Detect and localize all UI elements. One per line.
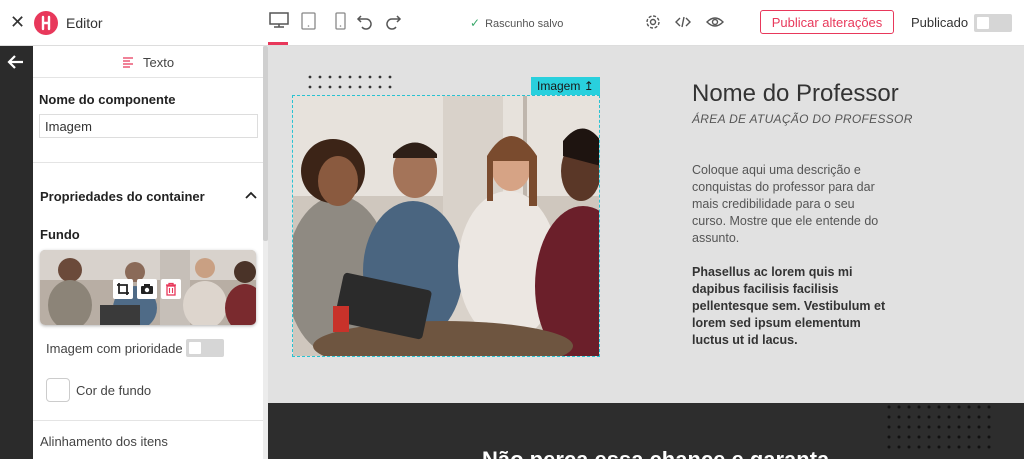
cta-heading[interactable]: Não perca essa chance e garanta — [482, 447, 829, 459]
gear-icon[interactable] — [644, 13, 662, 31]
priority-image-toggle[interactable] — [186, 339, 224, 357]
background-label: Fundo — [40, 227, 80, 242]
component-name-label: Nome do componente — [39, 92, 176, 107]
professor-description[interactable]: Coloque aqui uma descrição e conquistas … — [692, 162, 892, 247]
decorative-dots — [887, 405, 991, 449]
selected-element-tag-text: Imagem — [537, 79, 581, 93]
desktop-icon[interactable] — [268, 10, 290, 34]
toggle-knob — [977, 17, 989, 29]
selected-element-tag[interactable]: Imagem ↥ — [531, 77, 600, 95]
check-icon: ✓ — [470, 16, 481, 30]
trash-icon[interactable] — [161, 279, 181, 299]
component-name-input[interactable] — [39, 114, 258, 138]
mobile-icon[interactable] — [330, 10, 352, 34]
text-align-icon — [123, 57, 133, 68]
crop-icon[interactable] — [113, 279, 133, 299]
close-icon[interactable]: ✕ — [10, 12, 25, 33]
publish-changes-button[interactable]: Publicar alterações — [760, 10, 894, 34]
professor-name[interactable]: Nome do Professor — [692, 80, 899, 108]
resize-arrow-icon[interactable]: ↥ — [584, 79, 594, 93]
professor-bold-text[interactable]: Phasellus ac lorem quis mi dapibus facil… — [692, 264, 892, 349]
panel-header-title: Texto — [143, 55, 175, 70]
divider — [33, 420, 265, 421]
container-props-label: Propriedades do container — [40, 189, 205, 204]
professor-area[interactable]: ÁREA DE ATUAÇÃO DO PROFESSOR — [692, 112, 913, 126]
professor-image[interactable] — [292, 95, 600, 357]
background-color-swatch[interactable] — [46, 378, 70, 402]
cta-section: Não perca essa chance e garanta — [268, 403, 1024, 459]
divider — [33, 162, 265, 163]
decorative-dots — [308, 75, 392, 89]
arrow-left-icon[interactable] — [6, 52, 26, 78]
app-logo — [34, 11, 58, 35]
thumbnail-actions — [113, 279, 181, 299]
active-device-indicator — [268, 42, 288, 45]
tablet-icon[interactable] — [298, 10, 320, 34]
background-color-label: Cor de fundo — [76, 383, 152, 398]
chevron-up-icon[interactable] — [245, 189, 257, 201]
published-toggle[interactable] — [974, 14, 1012, 32]
left-strip — [0, 46, 33, 459]
draft-status: ✓ Rascunho salvo — [470, 16, 563, 30]
eye-icon[interactable] — [706, 13, 724, 31]
draft-status-text: Rascunho salvo — [485, 18, 564, 30]
priority-image-label: Imagem com prioridade — [46, 341, 183, 356]
editor-title: Editor — [66, 15, 103, 31]
panel-header: Texto — [33, 46, 265, 78]
top-bar: ✕ Editor ✓ Rascunho salvo Publicar altera… — [0, 0, 1024, 46]
code-icon[interactable] — [674, 13, 692, 31]
published-label: Publicado — [911, 15, 969, 30]
properties-panel: Texto Nome do componente Propriedades do… — [33, 46, 265, 459]
items-alignment-label: Alinhamento dos itens — [40, 434, 168, 449]
redo-icon[interactable] — [384, 12, 402, 30]
camera-icon[interactable] — [137, 279, 157, 299]
toggle-knob — [189, 342, 201, 354]
undo-icon[interactable] — [356, 12, 374, 30]
